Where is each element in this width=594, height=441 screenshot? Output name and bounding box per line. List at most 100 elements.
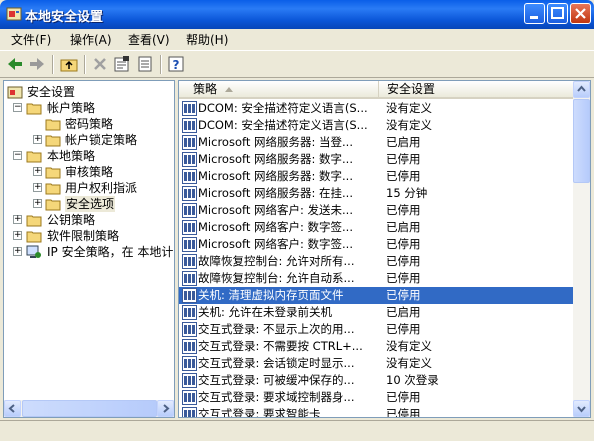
menu-file[interactable]: 文件(F) — [11, 31, 51, 48]
tree-item-label: 本地策略 — [47, 149, 96, 163]
security-setting-value: 已停用 — [386, 288, 421, 302]
policy-row[interactable]: 故障恢复控制台: 允许对所有... 已停用 — [179, 253, 575, 270]
column-header-label: 安全设置 — [387, 82, 436, 96]
policy-row[interactable]: DCOM: 安全描述符定义语言(S... 没有定义 — [179, 100, 575, 117]
local-security-settings-window: 本地安全设置 文件(F) 操作(A) 查看(V) 帮助(H) ? 安全设置 − … — [0, 0, 594, 441]
up-folder-icon[interactable] — [59, 54, 79, 74]
tree-item-label: 审核策略 — [65, 165, 114, 179]
title-bar[interactable]: 本地安全设置 — [0, 0, 594, 29]
list-scroll-thumb[interactable] — [573, 99, 590, 183]
list-vertical-scrollbar[interactable] — [573, 81, 590, 417]
tree-item-label: 用户权利指派 — [65, 181, 138, 195]
security-setting-value: 15 分钟 — [386, 186, 428, 200]
export-list-icon[interactable] — [135, 54, 155, 74]
expand-icon[interactable]: + — [33, 183, 42, 192]
policy-row[interactable]: DCOM: 安全描述符定义语言(S... 没有定义 — [179, 117, 575, 134]
policy-row[interactable]: Microsoft 网络服务器: 数字... 已停用 — [179, 151, 575, 168]
window-title: 本地安全设置 — [25, 10, 104, 25]
properties-icon[interactable] — [112, 54, 132, 74]
folder-icon — [45, 135, 61, 147]
folder-icon — [26, 231, 42, 243]
tree-item-label: 密码策略 — [65, 117, 114, 131]
toolbar-separator — [84, 55, 86, 74]
policy-icon — [182, 305, 197, 320]
security-setting-value: 没有定义 — [386, 339, 432, 353]
toolbar-separator — [160, 55, 162, 74]
expand-icon[interactable]: + — [33, 135, 42, 144]
collapse-icon[interactable]: − — [13, 103, 22, 112]
scroll-down-button[interactable] — [573, 400, 590, 417]
policy-row[interactable]: 故障恢复控制台: 允许自动系... 已停用 — [179, 270, 575, 287]
scroll-right-button[interactable] — [157, 400, 174, 417]
tree-item-label: 公钥策略 — [47, 213, 96, 227]
minimize-button[interactable] — [524, 3, 545, 24]
policy-name: 交互式登录: 可被缓冲保存的... — [198, 373, 355, 387]
policy-icon — [182, 169, 197, 184]
column-header-policy[interactable]: 策略 — [179, 81, 379, 99]
policy-icon — [182, 339, 197, 354]
arrow-right-icon — [163, 404, 170, 413]
security-setting-value: 已停用 — [386, 254, 421, 268]
tree-horizontal-scrollbar[interactable] — [4, 400, 174, 417]
back-icon[interactable] — [5, 54, 25, 74]
policy-row[interactable]: 交互式登录: 要求域控制器身... 已停用 — [179, 389, 575, 406]
policy-row[interactable]: Microsoft 网络客户: 发送未... 已停用 — [179, 202, 575, 219]
expand-icon[interactable]: + — [13, 247, 22, 256]
expand-icon[interactable]: + — [13, 231, 22, 240]
delete-icon[interactable] — [90, 54, 110, 74]
forward-icon[interactable] — [27, 54, 47, 74]
scroll-left-button[interactable] — [4, 400, 21, 417]
policy-row[interactable]: Microsoft 网络客户: 数字签... 已停用 — [179, 236, 575, 253]
policy-icon — [182, 118, 197, 133]
policy-row[interactable]: 交互式登录: 会话锁定时显示... 没有定义 — [179, 355, 575, 372]
menu-action[interactable]: 操作(A) — [70, 31, 112, 48]
security-setting-value: 已停用 — [386, 271, 421, 285]
policy-name: 故障恢复控制台: 允许对所有... — [198, 254, 355, 268]
policy-name: Microsoft 网络客户: 发送未... — [198, 203, 353, 217]
policy-row[interactable]: Microsoft 网络服务器: 数字... 已停用 — [179, 168, 575, 185]
policy-name: Microsoft 网络服务器: 数字... — [198, 169, 353, 183]
menu-help[interactable]: 帮助(H) — [186, 31, 228, 48]
help-icon[interactable]: ? — [166, 54, 186, 74]
policy-name: 交互式登录: 不显示上次的用... — [198, 322, 355, 336]
folder-icon — [45, 183, 61, 195]
policy-row[interactable]: 交互式登录: 可被缓冲保存的... 10 次登录 — [179, 372, 575, 389]
column-header-setting[interactable]: 安全设置 — [379, 81, 575, 99]
toolbar-separator — [52, 55, 54, 74]
policy-name: 交互式登录: 要求智能卡 — [198, 407, 321, 418]
close-icon — [575, 8, 586, 19]
policy-row[interactable]: Microsoft 网络服务器: 当登... 已启用 — [179, 134, 575, 151]
policy-name: 交互式登录: 会话锁定时显示... — [198, 356, 355, 370]
tree-item-account-policies[interactable]: − 帐户策略 — [7, 100, 172, 116]
tree-scroll-thumb[interactable] — [22, 400, 157, 417]
policy-name: Microsoft 网络客户: 数字签... — [198, 237, 353, 251]
security-setting-value: 已停用 — [386, 237, 421, 251]
tree-item-label: 软件限制策略 — [47, 229, 120, 243]
security-setting-value: 没有定义 — [386, 118, 432, 132]
close-button[interactable] — [570, 3, 591, 24]
menu-view[interactable]: 查看(V) — [128, 31, 170, 48]
toolbar: ? — [0, 50, 594, 78]
security-setting-value: 已启用 — [386, 135, 421, 149]
policy-row[interactable]: Microsoft 网络服务器: 在挂... 15 分钟 — [179, 185, 575, 202]
folder-icon — [26, 215, 42, 227]
policy-icon — [182, 203, 197, 218]
policy-row[interactable]: 交互式登录: 不显示上次的用... 已停用 — [179, 321, 575, 338]
expand-icon[interactable]: + — [33, 199, 42, 208]
policy-icon — [182, 356, 197, 371]
policy-row[interactable]: 关机: 允许在未登录前关机 已启用 — [179, 304, 575, 321]
sort-ascending-icon — [225, 87, 233, 92]
folder-icon — [26, 151, 42, 163]
policy-name: DCOM: 安全描述符定义语言(S... — [198, 101, 368, 115]
policy-row[interactable]: 关机: 清理虚拟内存页面文件 已停用 — [179, 287, 575, 304]
expand-icon[interactable]: + — [33, 167, 42, 176]
security-setting-value: 已停用 — [386, 152, 421, 166]
policy-row[interactable]: 交互式登录: 要求智能卡 已停用 — [179, 406, 575, 418]
policy-row[interactable]: 交互式登录: 不需要按 CTRL+... 没有定义 — [179, 338, 575, 355]
policy-row[interactable]: Microsoft 网络客户: 数字签... 已启用 — [179, 219, 575, 236]
maximize-button[interactable] — [547, 3, 568, 24]
expand-icon[interactable]: + — [13, 215, 22, 224]
scroll-up-button[interactable] — [573, 81, 590, 98]
security-setting-value: 已停用 — [386, 390, 421, 404]
collapse-icon[interactable]: − — [13, 151, 22, 160]
